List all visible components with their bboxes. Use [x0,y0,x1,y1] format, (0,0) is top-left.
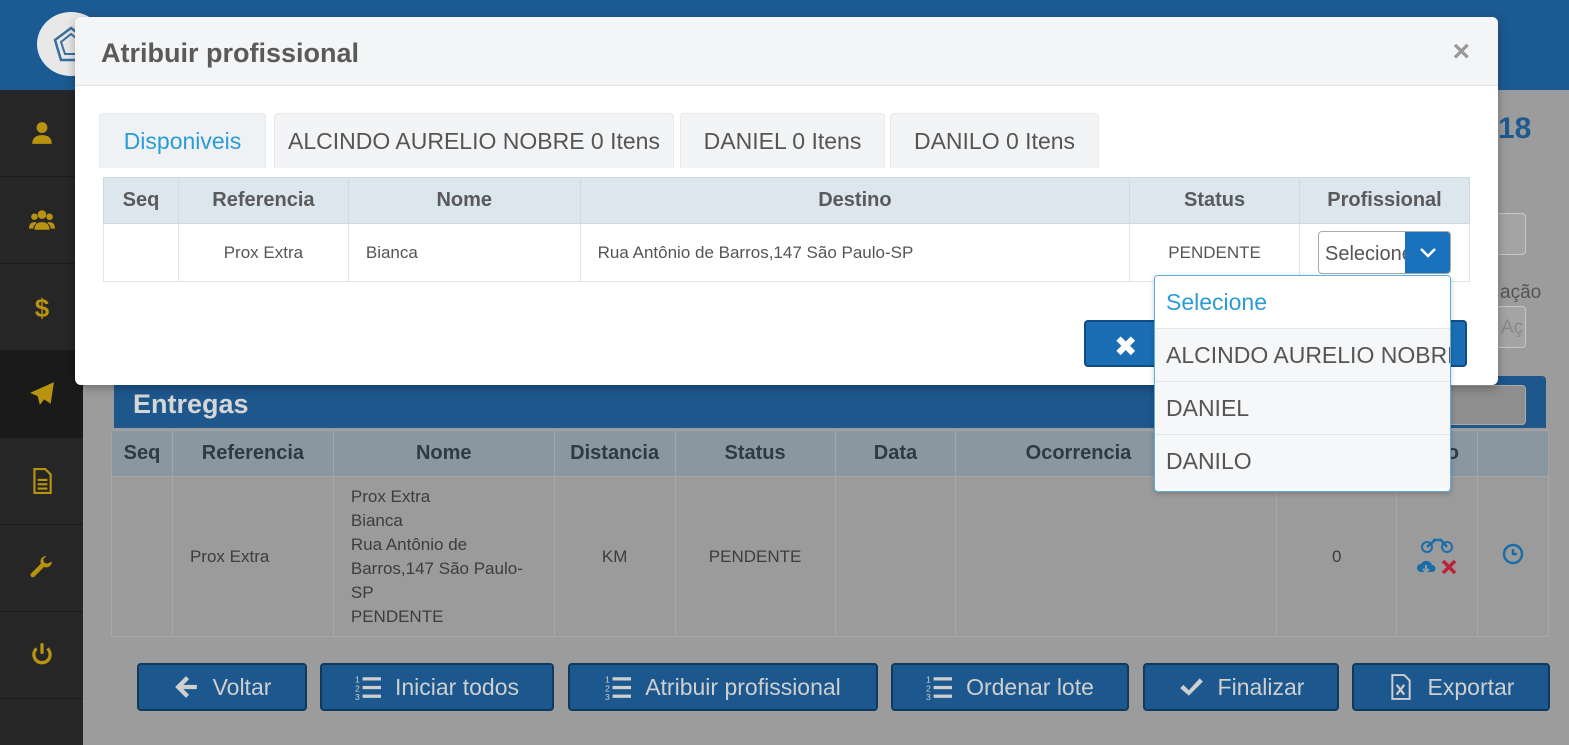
chevron-down-icon[interactable] [1405,232,1450,273]
col-profissional: Profissional [1299,177,1470,224]
cell-ocorrencia [955,476,1278,637]
finalizar-label: Finalizar [1217,673,1305,700]
sidebar-item-logout[interactable] [0,612,83,699]
cell-destino: Rua Antônio de Barros,147 São Paulo-SP [579,223,1131,282]
iniciar-todos-label: Iniciar todos [394,673,519,700]
dropdown-option-selecione[interactable]: Selecione [1155,276,1450,329]
col-distancia: Distancia [553,430,676,477]
iniciar-todos-button[interactable]: 123 Iniciar todos [320,663,554,711]
ordenar-lote-button[interactable]: 123 Ordenar lote [891,663,1129,711]
wrench-icon [29,556,52,578]
col-referencia: Referencia [171,430,334,477]
table-row: Prox Extra Bianca Rua Antônio de Barros,… [103,223,1470,282]
sidebar-item-finance[interactable]: $ [0,264,83,351]
filter-input[interactable] [1496,213,1526,255]
date-fragment: 18 [1498,112,1532,145]
close-icon[interactable]: × [1452,35,1470,69]
cell-seq [111,476,173,637]
nome-line: PENDENTE [350,606,444,626]
document-icon [32,468,52,494]
sidebar-item-users[interactable] [0,177,83,264]
sidebar-item-user[interactable] [0,90,83,177]
svg-text:3: 3 [926,692,931,700]
modal-title: Atribuir profissional [101,38,360,68]
voltar-button[interactable]: Voltar [137,663,307,711]
cell-history [1477,476,1549,637]
cell-count: 0 [1276,476,1398,637]
paper-plane-icon [29,382,54,405]
col-nome: Nome [347,177,581,224]
cell-data [834,476,957,637]
nome-line: Prox Extra [350,486,431,506]
sidebar-item-deliveries[interactable] [0,351,83,438]
col-status: Status [674,430,836,477]
exportar-button[interactable]: Exportar [1352,663,1550,711]
excel-file-icon [1390,674,1411,700]
modal-header: Atribuir profissional × [75,17,1498,86]
cell-seq [103,223,179,282]
close-icon: ✖ [1114,331,1138,362]
cell-actions [1396,476,1479,637]
col-status: Status [1129,177,1301,224]
table-row: Prox Extra Prox Extra Bianca Rua Antônio… [111,476,1549,637]
power-icon [31,643,52,665]
col-seq: Seq [111,430,173,477]
voltar-label: Voltar [212,673,272,700]
finalizar-button[interactable]: Finalizar [1143,663,1339,711]
exportar-label: Exportar [1427,673,1515,700]
cell-status: PENDENTE [1129,223,1301,282]
cell-nome: Prox Extra Bianca Rua Antônio de Barros,… [332,476,555,637]
col-history [1477,430,1549,477]
disponiveis-table: Seq Referencia Nome Destino Status Profi… [103,177,1470,282]
sidebar: $ [0,90,83,745]
cloud-download-icon[interactable] [1416,558,1436,576]
sidebar-item-reports[interactable] [0,438,83,525]
profissional-dropdown: Selecione ALCINDO AURELIO NOBRE DANIEL D… [1154,275,1451,492]
ordenar-lote-label: Ordenar lote [966,673,1094,700]
nome-line: SP [350,582,374,602]
check-icon [1179,678,1203,696]
col-referencia: Referencia [177,177,349,224]
svg-text:$: $ [34,294,49,320]
svg-text:3: 3 [355,692,360,700]
dropdown-option-alcindo[interactable]: ALCINDO AURELIO NOBRE [1155,329,1450,382]
arrow-left-icon [174,676,197,698]
ordered-list-icon: 123 [605,675,632,700]
col-destino: Destino [579,177,1131,224]
svg-text:3: 3 [605,692,610,700]
dropdown-option-danilo[interactable]: DANILO [1155,435,1450,488]
cell-referencia: Prox Extra [171,476,334,637]
acao-label: ação [1500,282,1542,303]
dropdown-option-daniel[interactable]: DANIEL [1155,382,1450,435]
users-icon [28,210,55,230]
tab-alcindo[interactable]: ALCINDO AURELIO NOBRE 0 Itens [274,113,674,168]
tab-disponiveis[interactable]: Disponiveis [99,113,266,168]
dollar-icon: $ [34,294,49,320]
sidebar-item-settings[interactable] [0,525,83,612]
profissional-select-value: Selecione [1325,243,1413,265]
cell-status: PENDENTE [674,476,836,637]
nome-line: Rua Antônio de [350,534,468,554]
profissional-select[interactable]: Selecione [1318,231,1451,274]
cell-nome: Bianca [347,223,581,282]
nome-line: Barros,147 São Paulo- [350,558,523,578]
tab-danilo[interactable]: DANILO 0 Itens [890,113,1099,168]
nome-line: Bianca [350,510,403,530]
ordered-list-icon: 123 [355,675,381,700]
tab-daniel[interactable]: DANIEL 0 Itens [680,113,885,168]
entregas-title: Entregas [133,389,249,419]
delete-icon[interactable] [1440,558,1458,576]
motorcycle-icon[interactable] [1421,533,1454,553]
acao-input[interactable]: Aç [1496,306,1526,348]
col-seq: Seq [103,177,179,224]
atribuir-profissional-label: Atribuir profissional [645,673,841,700]
clock-icon[interactable] [1502,543,1524,565]
col-data: Data [834,430,957,477]
cell-distancia: KM [553,476,676,637]
atribuir-profissional-button[interactable]: 123 Atribuir profissional [568,663,878,711]
col-nome: Nome [332,430,555,477]
cell-referencia: Prox Extra [177,223,349,282]
ordered-list-icon: 123 [926,675,953,700]
user-icon [31,122,52,144]
